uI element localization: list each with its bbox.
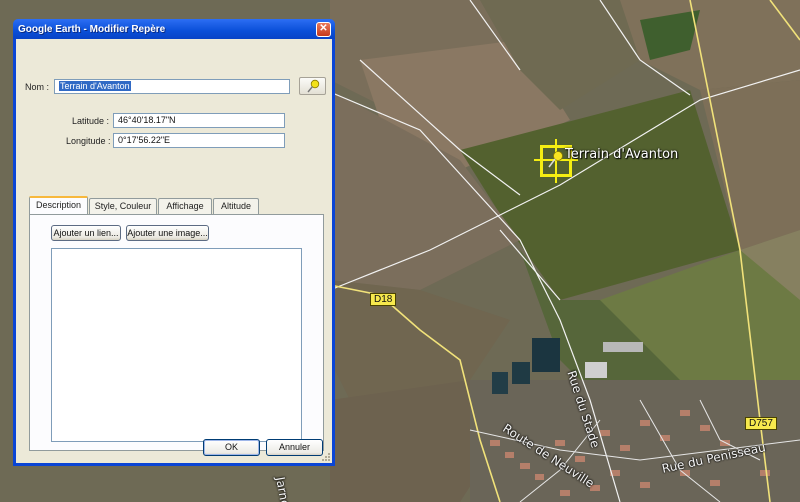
- road-label-d18: D18: [370, 293, 397, 306]
- yellow-pushpin-icon[interactable]: [546, 150, 566, 170]
- close-icon: ✕: [319, 23, 328, 34]
- description-textarea[interactable]: [51, 248, 302, 442]
- road-label-d757: D757: [745, 417, 777, 430]
- ok-button[interactable]: OK: [203, 439, 260, 456]
- tab-altitude[interactable]: Altitude: [213, 198, 259, 214]
- description-panel: Ajouter un lien... Ajouter une image...: [29, 214, 324, 451]
- window-title: Google Earth - Modifier Repère: [18, 23, 166, 35]
- cancel-button[interactable]: Annuler: [266, 439, 323, 456]
- add-image-button[interactable]: Ajouter une image...: [126, 225, 209, 241]
- title-bar[interactable]: Google Earth - Modifier Repère ✕: [13, 19, 335, 39]
- add-link-button[interactable]: Ajouter un lien...: [51, 225, 121, 241]
- longitude-field[interactable]: 0°17'56.22"E: [113, 133, 285, 148]
- yellow-pushpin-icon: [306, 79, 319, 93]
- longitude-label: Longitude :: [66, 136, 111, 146]
- dialog-client-area: Nom : Terrain d'Avanton Latitude : 46°40…: [16, 39, 332, 463]
- name-field-value: Terrain d'Avanton: [59, 81, 131, 91]
- name-label: Nom :: [25, 82, 50, 92]
- edit-placemark-dialog: Google Earth - Modifier Repère ✕ Nom : T…: [13, 19, 335, 466]
- latitude-label: Latitude :: [72, 116, 110, 126]
- tab-description[interactable]: Description: [29, 196, 88, 214]
- tab-affichage[interactable]: Affichage: [158, 198, 212, 214]
- close-button[interactable]: ✕: [316, 21, 331, 37]
- placemark-icon-button[interactable]: [299, 77, 326, 95]
- latitude-field[interactable]: 46°40'18.17"N: [113, 113, 285, 128]
- tab-style-couleur[interactable]: Style, Couleur: [89, 198, 157, 214]
- resize-grip-icon[interactable]: [321, 452, 331, 462]
- placemark-label[interactable]: Terrain d'Avanton: [565, 147, 678, 162]
- name-field[interactable]: Terrain d'Avanton: [54, 79, 290, 94]
